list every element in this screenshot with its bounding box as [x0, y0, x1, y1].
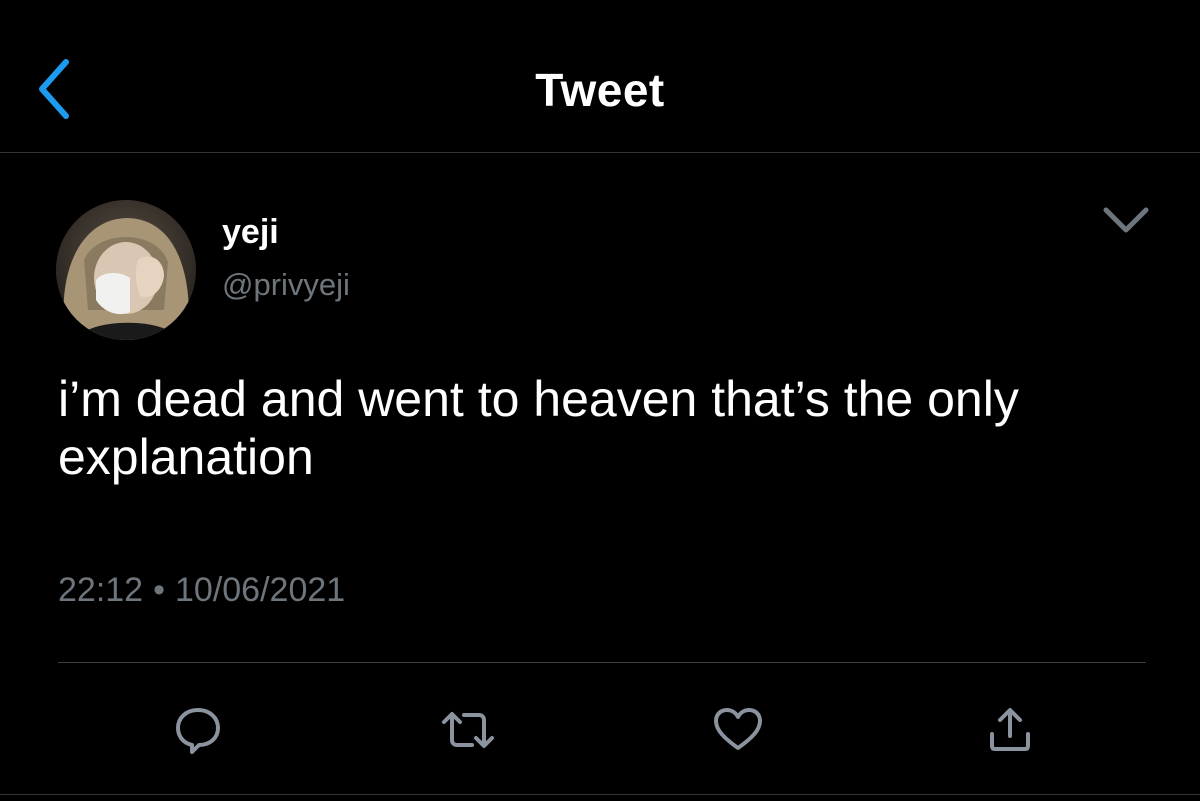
tweet-timestamp[interactable]: 22:12 • 10/06/2021	[58, 568, 345, 612]
bottom-divider	[0, 794, 1200, 795]
profile-photo	[56, 200, 196, 340]
author-handle[interactable]: @privyeji	[222, 266, 350, 304]
retweet-icon	[442, 712, 494, 748]
tweet-date: 10/06/2021	[175, 571, 346, 609]
share-button[interactable]	[980, 700, 1040, 760]
retweet-button[interactable]	[438, 700, 498, 760]
like-button[interactable]	[708, 700, 768, 760]
tweet-time: 22:12	[58, 571, 144, 609]
reply-button[interactable]	[168, 700, 228, 760]
avatar[interactable]	[56, 200, 196, 340]
more-options-button[interactable]	[1096, 196, 1156, 248]
chevron-down-icon	[1103, 207, 1149, 233]
top-bar: Tweet	[0, 0, 1200, 153]
reply-bubble-icon	[176, 708, 220, 754]
share-icon	[990, 708, 1030, 751]
divider	[58, 662, 1146, 663]
page-title: Tweet	[535, 64, 665, 116]
author-display-name[interactable]: yeji	[222, 212, 279, 252]
separator-dot: •	[153, 571, 165, 609]
tweet-text: i’m dead and went to heaven that’s the o…	[58, 371, 1019, 485]
heart-icon	[714, 708, 762, 750]
